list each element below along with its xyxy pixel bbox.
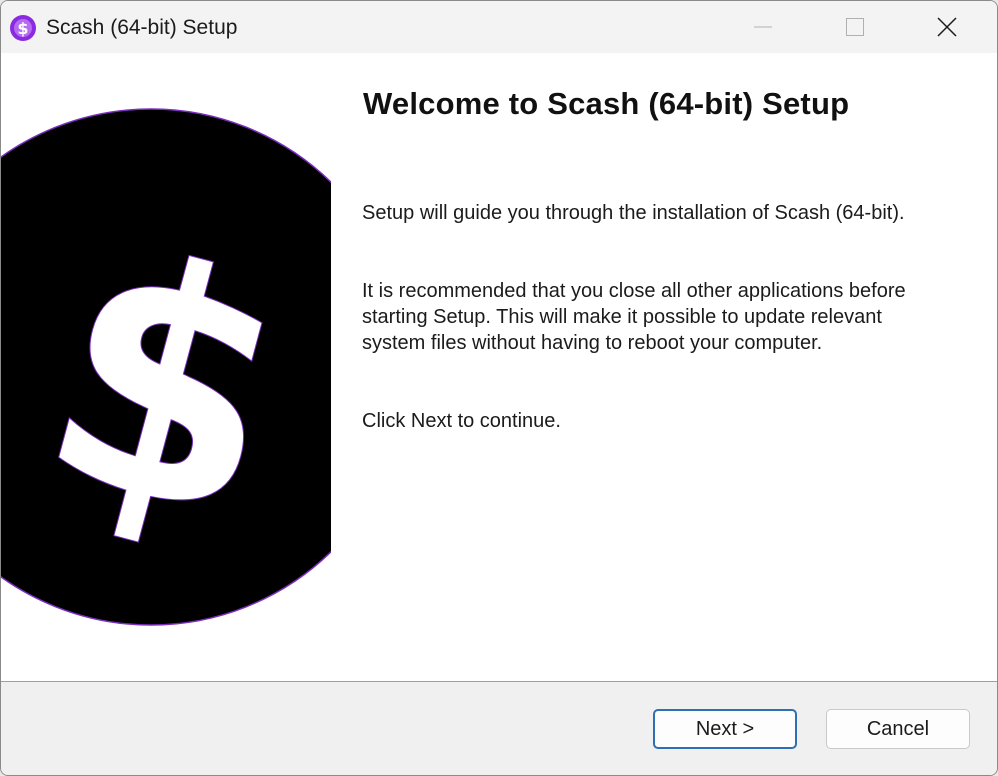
next-button[interactable]: Next > (653, 709, 797, 749)
close-button[interactable] (901, 1, 993, 53)
window-title: Scash (64-bit) Setup (46, 16, 238, 39)
intro-paragraph: Setup will guide you through the install… (362, 202, 905, 224)
minimize-button[interactable] (717, 1, 809, 53)
button-bar: Next > Cancel (1, 682, 997, 775)
cancel-button[interactable]: Cancel (826, 709, 970, 749)
maximize-icon (846, 18, 864, 36)
svg-text:$: $ (17, 19, 28, 38)
welcome-banner: $ (1, 53, 331, 681)
page-title: Welcome to Scash (64-bit) Setup (363, 86, 850, 121)
close-icon (937, 17, 957, 37)
wizard-content: $ Welcome to Scash (64-bit) Setup Setup … (1, 53, 997, 681)
minimize-icon (754, 26, 772, 28)
continue-paragraph: Click Next to continue. (362, 410, 561, 432)
dollar-coin-icon: $ (1, 108, 331, 626)
installer-window: $ Scash (64-bit) Setup $ Welcome to Scas… (0, 0, 998, 776)
title-bar[interactable]: $ Scash (64-bit) Setup (1, 1, 997, 53)
scash-logo-icon: $ (9, 14, 37, 42)
maximize-button[interactable] (809, 1, 901, 53)
recommendation-paragraph: It is recommended that you close all oth… (362, 280, 906, 354)
